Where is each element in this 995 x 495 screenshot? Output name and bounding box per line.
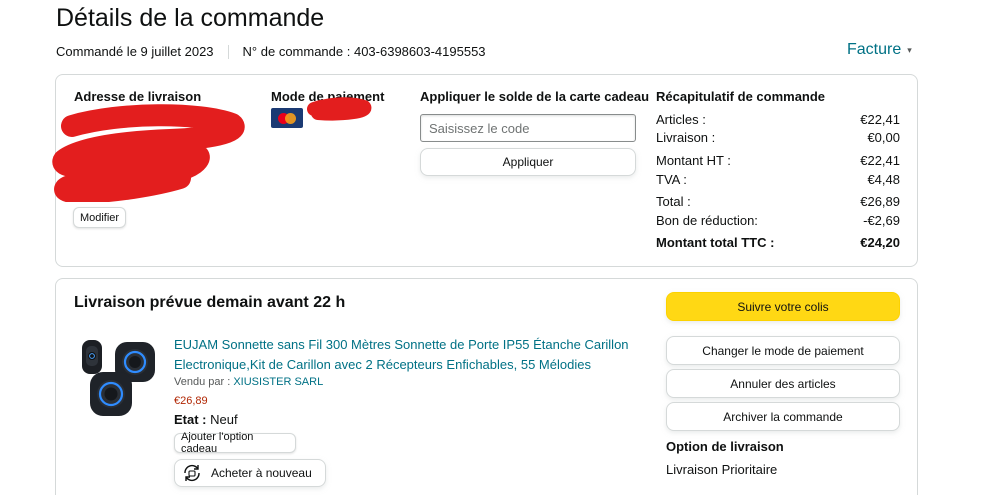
- summary-value: €24,20: [860, 235, 900, 250]
- order-meta: Commandé le 9 juillet 2023 N° de command…: [56, 44, 486, 59]
- summary-value: €22,41: [860, 153, 900, 168]
- summary-label: TVA :: [656, 172, 687, 187]
- edit-address-label: Modifier: [79, 211, 120, 224]
- summary-row-shipping: Livraison : €0,00: [656, 130, 900, 145]
- edit-address-button[interactable]: Modifier: [73, 207, 126, 228]
- summary-value: €4,48: [867, 172, 900, 187]
- summary-label: Articles :: [656, 112, 706, 127]
- shipping-address-title: Adresse de livraison: [74, 89, 202, 104]
- summary-label: Bon de réduction:: [656, 213, 758, 228]
- invoice-label: Facture: [847, 41, 902, 58]
- buy-again-label: Acheter à nouveau: [211, 466, 312, 480]
- delivery-estimate: Livraison prévue demain avant 22 h: [74, 294, 346, 311]
- product-title-link[interactable]: EUJAM Sonnette sans Fil 300 Mètres Sonne…: [174, 335, 644, 374]
- condition-label: Etat :: [174, 412, 207, 427]
- summary-label: Montant total TTC :: [656, 235, 775, 250]
- order-summary-title: Récapitulatif de commande: [656, 89, 826, 104]
- cancel-items-label: Annuler des articles: [730, 376, 836, 391]
- gift-card-code-input[interactable]: [420, 114, 636, 142]
- summary-value: €0,00: [867, 130, 900, 145]
- invoice-dropdown[interactable]: Facture ▾: [847, 41, 912, 59]
- buy-again-button[interactable]: Acheter à nouveau: [174, 459, 326, 487]
- summary-value: -€2,69: [863, 213, 900, 228]
- change-payment-button[interactable]: Changer le mode de paiement: [666, 336, 900, 365]
- summary-row-total: Total : €26,89: [656, 194, 900, 209]
- product-image[interactable]: [78, 336, 166, 422]
- mastercard-icon: [271, 108, 303, 128]
- summary-row-discount: Bon de réduction: -€2,69: [656, 213, 900, 228]
- sold-by-label: Vendu par :: [174, 376, 231, 388]
- redacted-address: [52, 104, 245, 202]
- apply-gift-card-button[interactable]: Appliquer: [420, 148, 636, 176]
- apply-label: Appliquer: [502, 155, 554, 169]
- archive-order-button[interactable]: Archiver la commande: [666, 402, 900, 431]
- change-payment-label: Changer le mode de paiement: [702, 343, 864, 358]
- gift-option-label: Ajouter l'option cadeau: [181, 431, 254, 455]
- track-package-label: Suivre votre colis: [737, 299, 829, 314]
- add-gift-option-button[interactable]: Ajouter l'option cadeau: [174, 431, 296, 455]
- order-date: Commandé le 9 juillet 2023: [56, 44, 214, 59]
- redacted-card-number: [307, 97, 372, 121]
- gift-card-title: Appliquer le solde de la carte cadeau: [420, 89, 650, 104]
- seller-link[interactable]: XIUSISTER SARL: [233, 376, 323, 388]
- order-number: N° de commande : 403-6398603-4195553: [242, 44, 486, 59]
- summary-value: €22,41: [860, 112, 900, 127]
- summary-label: Total :: [656, 194, 691, 209]
- page-title: Détails de la commande: [56, 4, 325, 32]
- summary-label: Montant HT :: [656, 153, 731, 168]
- cancel-items-button[interactable]: Annuler des articles: [666, 369, 900, 398]
- track-package-button[interactable]: Suivre votre colis: [666, 292, 900, 321]
- archive-order-label: Archiver la commande: [723, 409, 843, 424]
- shipping-option-title: Option de livraison: [666, 439, 784, 454]
- summary-row-subtotal: Montant HT : €22,41: [656, 153, 900, 168]
- item-price: €26,89: [174, 395, 208, 407]
- sold-by: Vendu par : XIUSISTER SARL: [174, 376, 323, 388]
- condition-value: Neuf: [210, 412, 238, 427]
- summary-row-articles: Articles : €22,41: [656, 112, 900, 127]
- shipping-option-value: Livraison Prioritaire: [666, 462, 778, 477]
- chevron-down-icon: ▾: [907, 44, 912, 55]
- summary-label: Livraison :: [656, 130, 716, 145]
- buy-again-icon: [184, 464, 200, 482]
- summary-row-vat: TVA : €4,48: [656, 172, 900, 187]
- item-condition: Etat : Neuf: [174, 412, 238, 427]
- summary-row-grand-total: Montant total TTC : €24,20: [656, 235, 900, 250]
- divider: [227, 44, 229, 59]
- summary-value: €26,89: [860, 194, 900, 209]
